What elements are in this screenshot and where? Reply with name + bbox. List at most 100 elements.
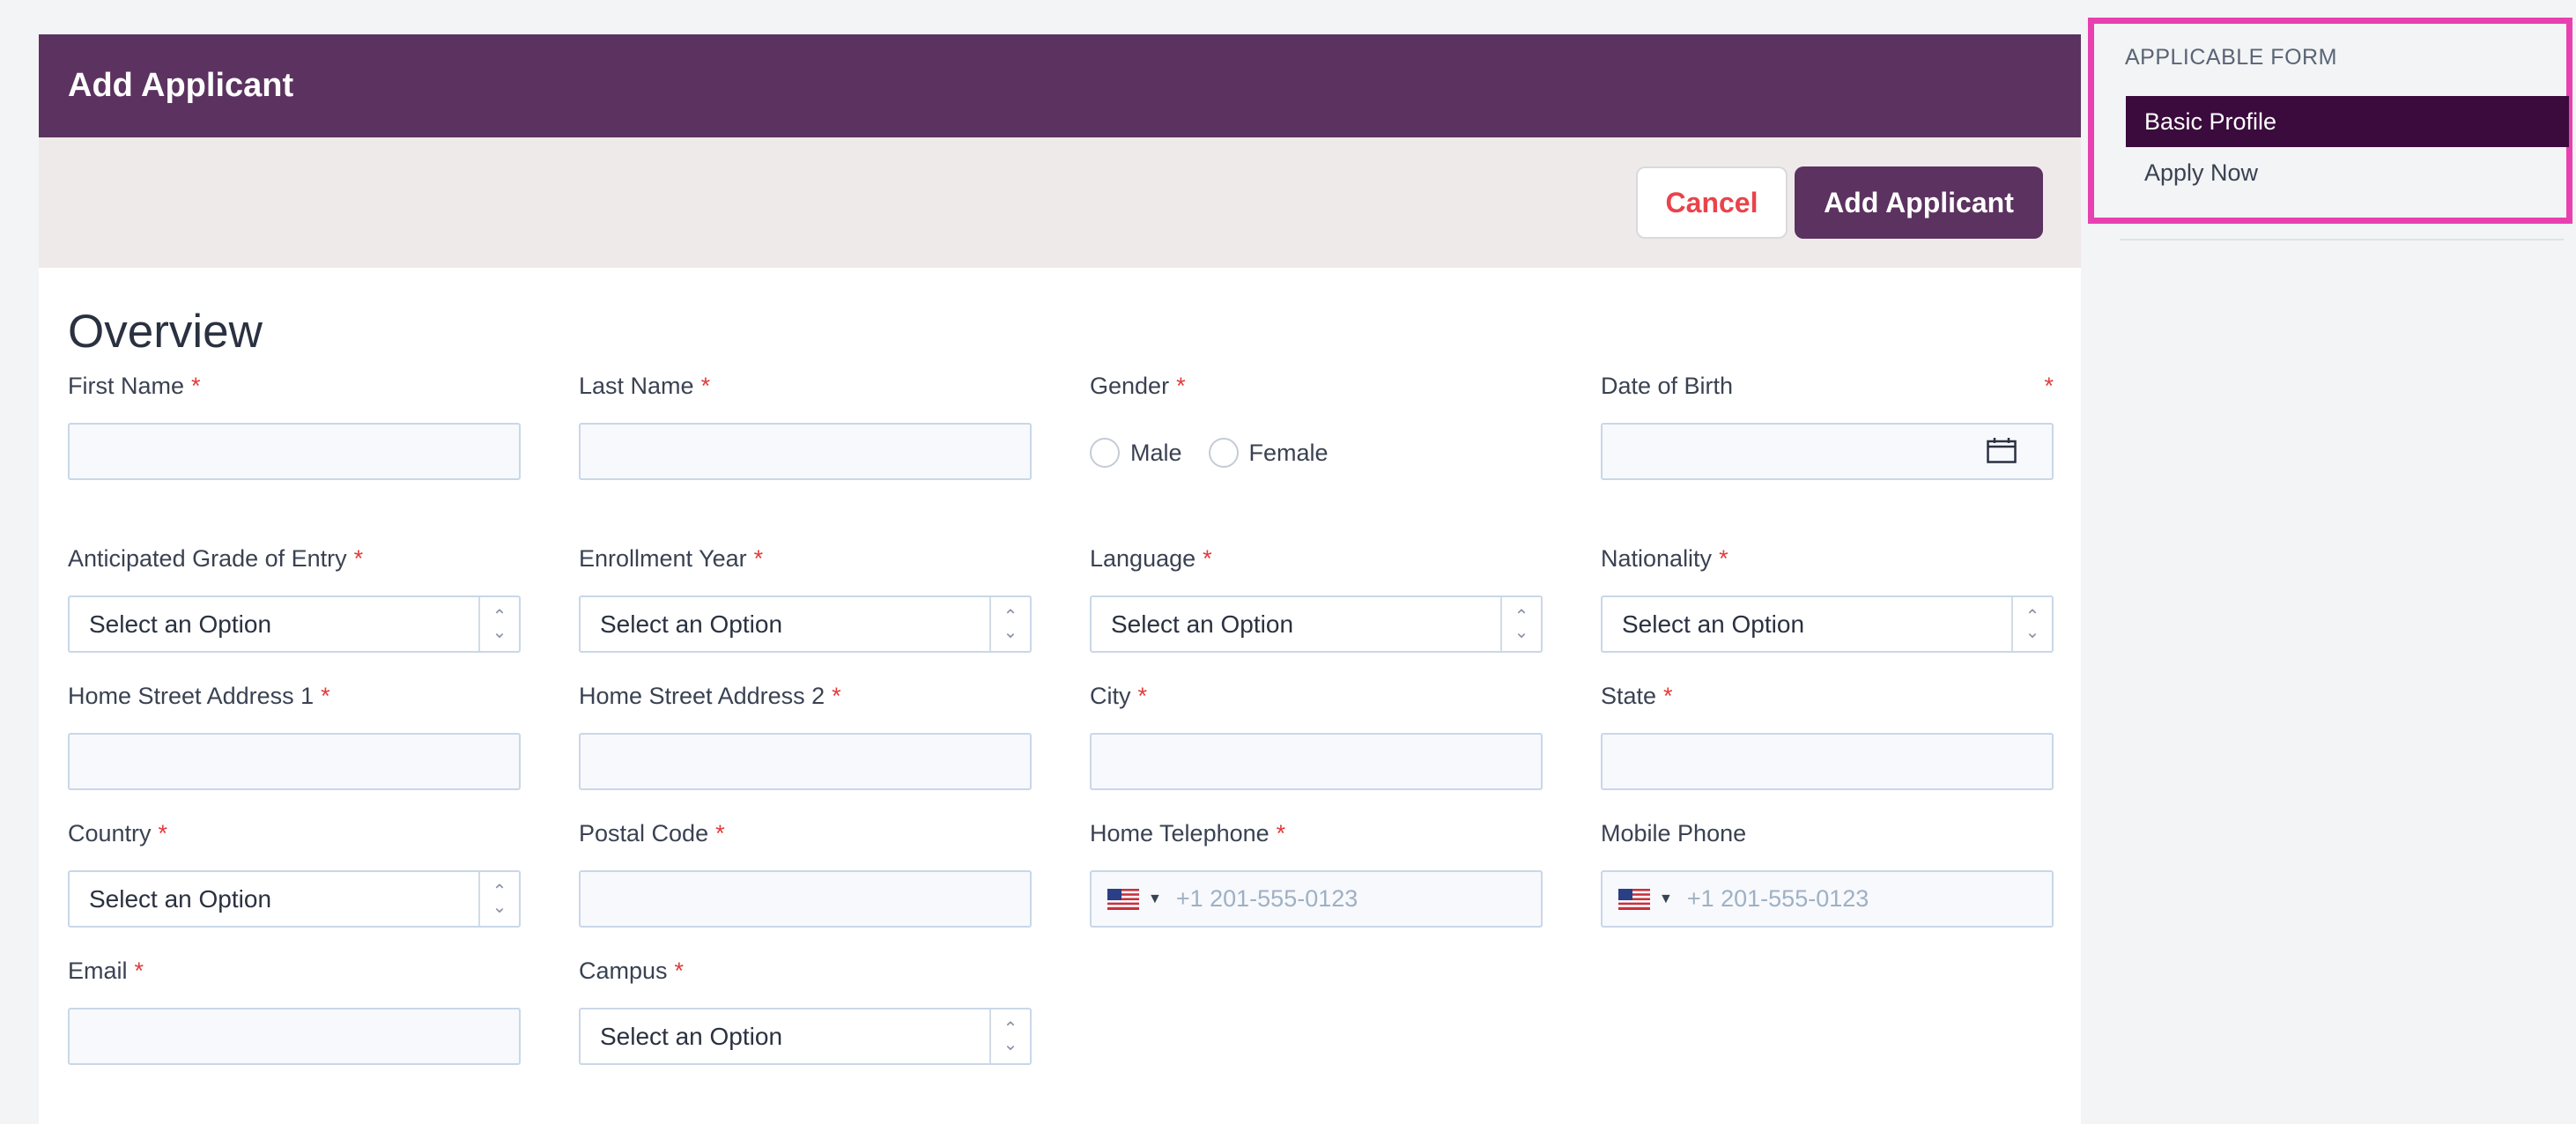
select-arrows-icon: ⌃ ⌄	[478, 872, 519, 926]
select-arrows-icon: ⌃ ⌄	[989, 597, 1030, 651]
gender-radio-group: Male Female	[1090, 437, 1543, 469]
required-marker: *	[1137, 683, 1148, 709]
nationality-select-value: Select an Option	[1622, 610, 1805, 638]
postal-code-input[interactable]	[579, 870, 1032, 928]
home-phone-input[interactable]	[1175, 885, 1511, 913]
card-header: Add Applicant	[39, 34, 2081, 137]
address1-input[interactable]	[68, 733, 521, 790]
action-toolbar: Cancel Add Applicant	[39, 137, 2081, 268]
grade-label: Anticipated Grade of Entry	[68, 545, 347, 572]
country-field: Country * Select an Option ⌃ ⌄	[68, 817, 521, 928]
required-marker: *	[353, 545, 364, 572]
female-label: Female	[1248, 439, 1329, 466]
campus-label: Campus	[579, 958, 668, 984]
city-label: City	[1090, 683, 1131, 709]
select-arrows-icon: ⌃ ⌄	[478, 597, 519, 651]
campus-field: Campus * Select an Option ⌃ ⌄	[579, 955, 1032, 1065]
required-marker: *	[1719, 545, 1728, 572]
required-marker: *	[1663, 683, 1673, 709]
campus-select-value: Select an Option	[600, 1022, 783, 1050]
enrollment-year-select[interactable]: Select an Option ⌃ ⌄	[579, 595, 1032, 653]
form-content: Overview First Name * Last Name * Gender…	[39, 268, 2081, 1065]
state-label: State	[1601, 683, 1657, 709]
address2-label: Home Street Address 2	[579, 683, 825, 709]
state-field: State *	[1601, 680, 2054, 790]
section-title: Overview	[68, 306, 263, 358]
sidebar-item-label: Apply Now	[2144, 159, 2259, 186]
home-phone-field: Home Telephone * ▼	[1090, 817, 1543, 928]
postal-code-field: Postal Code *	[579, 817, 1032, 928]
grade-select-value: Select an Option	[89, 610, 272, 638]
gender-field: Gender * Male Female	[1090, 370, 1543, 469]
nationality-field: Nationality * Select an Option ⌃ ⌄	[1601, 543, 2054, 653]
required-marker: *	[1176, 373, 1186, 399]
page-title: Add Applicant	[68, 67, 294, 104]
male-label: Male	[1130, 439, 1182, 466]
last-name-label: Last Name	[579, 373, 694, 399]
address2-input[interactable]	[579, 733, 1032, 790]
calendar-icon[interactable]	[1987, 437, 2017, 463]
enrollment-year-field: Enrollment Year * Select an Option ⌃ ⌄	[579, 543, 1032, 653]
required-marker: *	[158, 820, 168, 847]
language-field: Language * Select an Option ⌃ ⌄	[1090, 543, 1543, 653]
select-arrows-icon: ⌃ ⌄	[1500, 597, 1541, 651]
home-phone-input-group: ▼	[1090, 870, 1543, 928]
country-select-value: Select an Option	[89, 884, 272, 913]
select-arrows-icon: ⌃ ⌄	[2011, 597, 2052, 651]
city-field: City *	[1090, 680, 1543, 790]
sidebar-item-apply-now[interactable]: Apply Now	[2126, 147, 2569, 198]
language-label: Language	[1090, 545, 1196, 572]
required-marker: *	[1203, 545, 1212, 572]
select-arrows-icon: ⌃ ⌄	[989, 1009, 1030, 1063]
last-name-field: Last Name *	[579, 370, 1032, 480]
address2-field: Home Street Address 2 *	[579, 680, 1032, 790]
gender-label: Gender	[1090, 373, 1170, 399]
country-dropdown-caret-icon[interactable]: ▼	[1148, 891, 1162, 907]
email-label: Email	[68, 958, 128, 984]
nationality-label: Nationality	[1601, 545, 1713, 572]
required-marker: *	[674, 958, 685, 984]
enrollment-year-select-value: Select an Option	[600, 610, 783, 638]
dob-label: Date of Birth	[1601, 373, 1734, 399]
language-select[interactable]: Select an Option ⌃ ⌄	[1090, 595, 1543, 653]
female-radio[interactable]	[1208, 438, 1239, 468]
male-radio[interactable]	[1090, 438, 1120, 468]
add-applicant-button[interactable]: Add Applicant	[1795, 166, 2043, 239]
city-input[interactable]	[1090, 733, 1543, 790]
address1-label: Home Street Address 1	[68, 683, 315, 709]
country-label: Country	[68, 820, 152, 847]
grade-select[interactable]: Select an Option ⌃ ⌄	[68, 595, 521, 653]
sidebar-item-label: Basic Profile	[2144, 107, 2277, 135]
dob-input[interactable]	[1601, 423, 2054, 480]
applicable-form-panel: APPLICABLE FORM Basic Profile Apply Now	[2088, 18, 2572, 224]
required-marker: *	[321, 683, 330, 709]
email-input[interactable]	[68, 1008, 521, 1065]
add-applicant-card: Add Applicant Cancel Add Applicant Overv…	[39, 34, 2081, 1124]
country-dropdown-caret-icon[interactable]: ▼	[1659, 891, 1673, 907]
required-marker: *	[715, 820, 725, 847]
campus-select[interactable]: Select an Option ⌃ ⌄	[579, 1008, 1032, 1065]
required-marker: *	[1276, 820, 1286, 847]
dob-field: Date of Birth *	[1601, 370, 2054, 480]
home-phone-label: Home Telephone	[1090, 820, 1269, 847]
mobile-phone-input-group: ▼	[1601, 870, 2054, 928]
us-flag-icon[interactable]	[1107, 888, 1139, 910]
required-marker: *	[753, 545, 764, 572]
state-input[interactable]	[1601, 733, 2054, 790]
mobile-phone-field: Mobile Phone ▼	[1601, 817, 2054, 928]
first-name-input[interactable]	[68, 423, 521, 480]
first-name-field: First Name *	[68, 370, 521, 480]
sidebar-divider	[2120, 239, 2564, 240]
gender-option-female[interactable]: Female	[1208, 438, 1329, 468]
required-marker: *	[134, 958, 144, 984]
required-marker: *	[2044, 373, 2054, 399]
country-select[interactable]: Select an Option ⌃ ⌄	[68, 870, 521, 928]
cancel-button[interactable]: Cancel	[1636, 166, 1788, 239]
last-name-input[interactable]	[579, 423, 1032, 480]
gender-option-male[interactable]: Male	[1090, 438, 1182, 468]
mobile-phone-input[interactable]	[1686, 885, 2022, 913]
nationality-select[interactable]: Select an Option ⌃ ⌄	[1601, 595, 2054, 653]
us-flag-icon[interactable]	[1618, 888, 1650, 910]
sidebar-item-basic-profile[interactable]: Basic Profile	[2126, 96, 2569, 147]
enrollment-year-label: Enrollment Year	[579, 545, 747, 572]
